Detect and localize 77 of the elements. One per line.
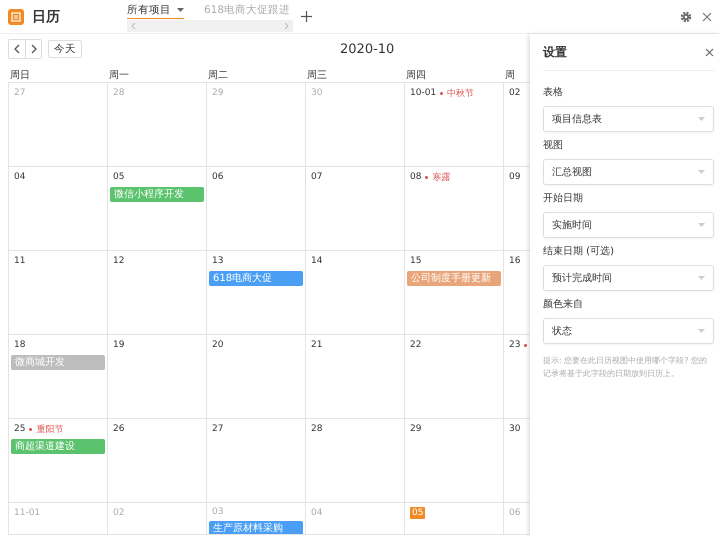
date-number: 09 [509,172,520,182]
date-number: 11 [14,256,26,266]
caret-icon [698,329,705,333]
date-number: 23 [509,340,520,350]
date-number: 22 [410,340,422,350]
weekday-header: 周四 [405,69,426,82]
caret-icon [698,117,705,121]
holiday-label: 寒露 [432,172,450,184]
date-number: 08 [410,172,422,182]
dropdown-field[interactable]: 预计完成时间 [543,265,714,291]
date-number: 28 [113,88,124,98]
date-number: 12 [113,256,124,266]
date-number: 11-01 [14,508,40,518]
holiday-dot [29,428,32,430]
weekday-header: 周一 [108,69,129,82]
today-button[interactable]: 今天 [48,40,82,58]
field-label: 颜色来自 [543,298,584,311]
date-number: 03 [212,507,224,517]
date-number: 16 [509,256,520,266]
holiday-label: 中秋节 [447,88,474,100]
date-number: 05 [113,172,124,182]
date-number: 18 [14,340,26,350]
panel-title: 设置 [543,44,567,60]
add-icon[interactable] [301,11,312,22]
weekday-header: 周二 [207,69,228,82]
weekday-header: 周日 [9,69,30,82]
date-number: 26 [113,424,124,434]
date-number: 29 [212,88,224,98]
date-number: 30 [509,424,520,434]
date-number: 27 [212,424,224,434]
date-number: 14 [311,256,322,266]
month-title: 2020-10 [340,42,394,56]
calendar-logo-icon [8,8,24,24]
dropdown-field[interactable]: 状态 [543,318,714,344]
dropdown-field[interactable]: 汇总视图 [543,159,714,185]
date-number: 13 [212,256,224,266]
date-number: 07 [311,172,322,182]
chevron-left-icon [14,44,20,54]
weekday-header: 周 [504,69,515,82]
date-number: 04 [14,172,26,182]
date-number: 29 [410,424,422,434]
date-number: 06 [212,172,224,182]
settings-icon[interactable] [680,10,692,22]
date-number: 06 [509,508,520,518]
date-number: 04 [311,508,322,518]
app-title: 日历 [32,8,61,26]
date-number: 25 [14,424,26,434]
date-number: 02 [509,88,520,98]
date-number: 20 [212,340,224,350]
date-number: 19 [113,340,124,350]
holiday-dot [425,176,428,178]
close-icon[interactable] [702,12,712,22]
date-number: 30 [311,88,322,98]
date-number: 05 [410,507,426,519]
caret-icon [698,223,705,227]
chevron-right-icon [30,44,36,54]
holiday-dot [440,92,444,94]
date-number: 15 [410,256,422,266]
field-label: 表格 [543,86,564,99]
date-number: 02 [113,508,124,518]
tab[interactable]: 所有项目 [127,3,184,19]
dropdown-field[interactable]: 实施时间 [543,212,714,238]
field-label: 开始日期 [543,192,584,205]
weekday-header: 周三 [306,69,327,82]
caret-icon [698,170,705,174]
date-number: 27 [14,88,26,98]
close-icon[interactable] [705,48,714,56]
hint-text: 提示: 您要在此日历视图中使用哪个字段? 您的记录将基于此字段的日期放到日历上。 [543,355,708,380]
dropdown-field[interactable]: 项目信息表 [543,106,714,132]
caret-icon [698,276,705,280]
next-month-button[interactable] [25,40,41,58]
field-label: 结束日期 (可选) [543,244,615,258]
date-number: 10-01 [410,88,436,98]
field-label: 视图 [543,138,564,152]
date-number: 21 [311,340,322,350]
holiday-label: 重阳节 [36,424,64,436]
date-number: 28 [311,424,322,434]
